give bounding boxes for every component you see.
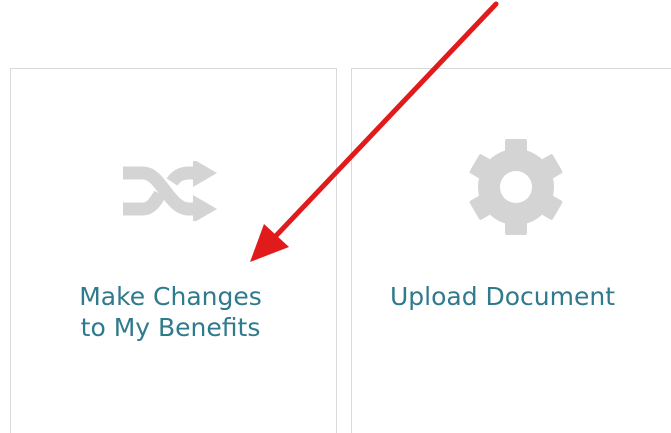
upload-document-tile[interactable]: Upload Document (351, 68, 671, 433)
upload-document-label[interactable]: Upload Document (334, 281, 671, 312)
upload-document-label-line1: Upload Document (389, 282, 616, 311)
gear-icon (469, 139, 563, 235)
shuffle-icon (123, 161, 217, 221)
make-changes-label-line2: to My Benefits (80, 313, 261, 342)
make-changes-tile[interactable]: Make Changes to My Benefits (10, 68, 337, 433)
make-changes-label[interactable]: Make Changes to My Benefits (5, 281, 336, 343)
benefits-actions-panel: Make Changes to My Benefits Upload Docum… (0, 0, 671, 433)
make-changes-label-line1: Make Changes (79, 282, 262, 311)
